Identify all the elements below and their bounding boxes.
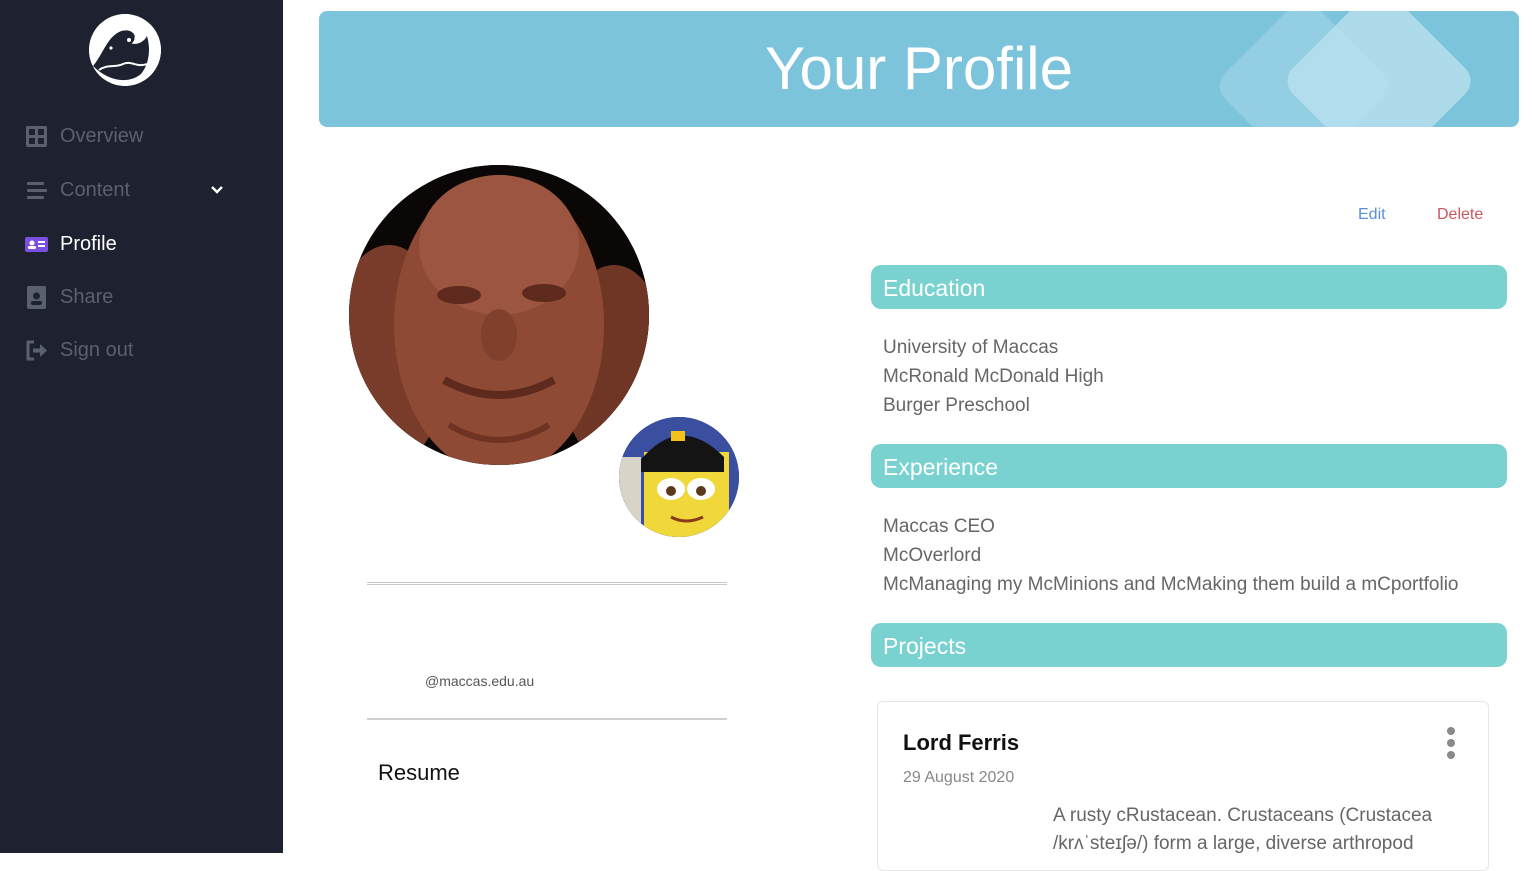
experience-heading: Experience (871, 444, 1507, 488)
list-icon (25, 179, 48, 202)
project-card[interactable]: Lord Ferris 29 August 2020 A rusty cRust… (877, 701, 1489, 871)
profile-name: . (394, 624, 396, 629)
badge-icon (25, 285, 48, 309)
sidebar-item-profile[interactable]: Profile (25, 229, 235, 259)
sidebar-item-label: Share (60, 285, 114, 308)
divider (367, 582, 727, 585)
delete-button[interactable]: Delete (1437, 206, 1483, 224)
experience-list: Maccas CEO McOverlord McManaging my McMi… (883, 512, 1459, 599)
education-list: University of Maccas McRonald McDonald H… (883, 333, 1104, 420)
profile-email: @maccas.edu.au (425, 673, 535, 689)
list-item: University of Maccas (883, 337, 1059, 358)
secondary-avatar (619, 417, 739, 537)
list-item: Maccas CEO (883, 516, 995, 537)
profile-avatar (349, 165, 649, 465)
chevron-down-icon[interactable] (209, 181, 225, 197)
more-options-icon[interactable] (1444, 726, 1458, 760)
page-title: Your Profile (765, 35, 1073, 102)
wave-logo[interactable] (89, 14, 161, 86)
edit-button[interactable]: Edit (1358, 206, 1386, 224)
project-title: Lord Ferris (903, 730, 1020, 755)
grid-icon (25, 125, 48, 148)
sidebar-item-label: Overview (60, 124, 144, 147)
sidebar-item-overview[interactable]: Overview (25, 121, 235, 151)
projects-heading: Projects (871, 623, 1507, 667)
sidebar: Overview Content Profile Share Sign out (0, 0, 283, 853)
sidebar-item-sign-out[interactable]: Sign out (25, 335, 235, 365)
sign-out-icon (25, 339, 48, 362)
list-item: McManaging my McMinions and McMaking the… (883, 574, 1459, 595)
resume-link[interactable]: Resume (378, 760, 460, 786)
page-header-banner: Your Profile (319, 11, 1519, 127)
education-heading: Education (871, 265, 1507, 309)
sidebar-item-label: Content (60, 178, 131, 201)
id-card-icon (25, 233, 48, 256)
list-item: Burger Preschool (883, 395, 1030, 416)
sidebar-item-content[interactable]: Content (25, 175, 235, 205)
sidebar-item-label: Sign out (60, 338, 134, 361)
sidebar-item-share[interactable]: Share (25, 282, 235, 312)
project-description: A rusty cRustacean. Crustaceans (Crustac… (1053, 805, 1433, 854)
list-item: McRonald McDonald High (883, 366, 1104, 387)
divider (367, 718, 727, 720)
list-item: McOverlord (883, 545, 982, 566)
project-date: 29 August 2020 (903, 769, 1015, 786)
sidebar-item-label: Profile (60, 232, 117, 255)
